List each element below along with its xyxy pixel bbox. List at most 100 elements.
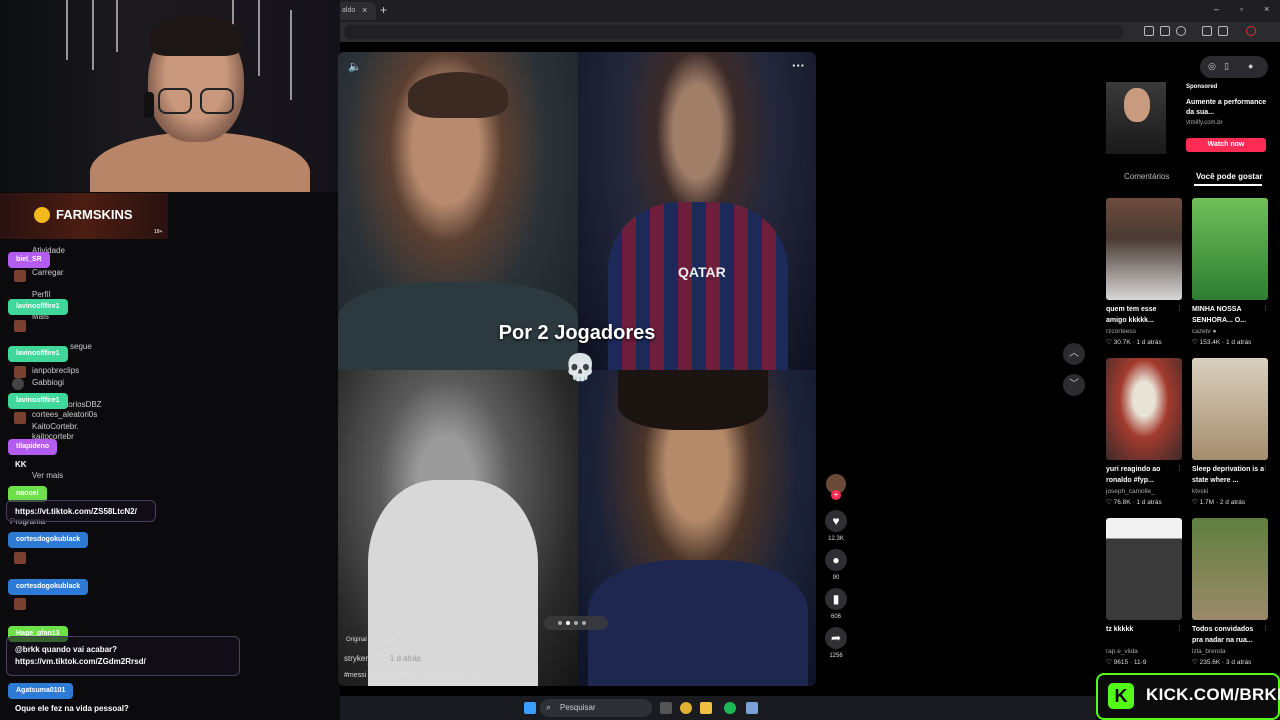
app-icon[interactable] <box>746 702 758 714</box>
chat-message: Oque ele fez na vida pessoal? <box>15 704 129 713</box>
spotify-icon[interactable] <box>724 702 736 714</box>
video-player[interactable]: QATAR Por 2 Jogadores 💀 🔈 ··· Original -… <box>338 52 816 686</box>
suggested-video-card[interactable]: Sleep deprivation is a state where ... ⋮… <box>1192 358 1269 506</box>
card-caption: MINHA NOSSA SENHORA... O... <box>1192 306 1247 324</box>
card-stats: ♡ 76.8K · 1 d atrás <box>1106 499 1162 506</box>
share-icon[interactable]: ➦ <box>825 627 847 649</box>
card-user[interactable]: rzcorteess <box>1106 328 1136 335</box>
ad-thumbnail[interactable] <box>1106 82 1166 154</box>
follow-plus-icon[interactable]: + <box>831 490 841 500</box>
next-video-button[interactable]: ﹀ <box>1063 374 1085 396</box>
chat-message[interactable]: https://vt.tiktok.com/ZS58LtcN2/ <box>15 506 137 518</box>
sidepanel-icon[interactable] <box>1218 26 1228 36</box>
star-icon[interactable] <box>1176 26 1186 36</box>
video-thumbnail[interactable] <box>1192 198 1268 300</box>
more-icon[interactable]: ⋮ <box>1176 624 1183 632</box>
watch-now-button[interactable]: Watch now <box>1186 138 1266 152</box>
age-badge: 18+ <box>154 229 163 235</box>
chat-username[interactable]: lavinooflfire1 <box>8 393 68 409</box>
profile-avatar-icon[interactable]: ● <box>1248 61 1253 71</box>
card-caption: Todos convidados pra nadar na rua... <box>1192 626 1254 644</box>
tab-comments[interactable]: Comentários <box>1124 172 1169 181</box>
kick-logo-icon: K <box>1108 683 1134 709</box>
emote-icon <box>14 320 26 332</box>
device-icon[interactable]: ▯ <box>1224 61 1229 72</box>
more-icon[interactable]: ⋮ <box>1262 464 1269 472</box>
chat-username[interactable]: Agatsuma0101 <box>8 683 74 699</box>
maximize-button[interactable]: ▫ <box>1240 4 1243 14</box>
folder-icon[interactable] <box>700 702 712 714</box>
more-icon[interactable]: ⋮ <box>1176 464 1183 472</box>
chrome-icon[interactable] <box>680 702 692 714</box>
more-icon[interactable]: ⋮ <box>1262 304 1269 312</box>
active-tab-indicator <box>1194 184 1262 186</box>
translate-icon[interactable] <box>1144 26 1154 36</box>
chat-username[interactable]: lavinooflfire1 <box>8 299 68 315</box>
video-hashtags[interactable]: #messi #cristianoronaldo #goat #futebol … <box>344 672 479 679</box>
suggested-video-card[interactable]: MINHA NOSSA SENHORA... O... ⋮ cazetv ● ♡… <box>1192 198 1269 346</box>
bg-text: segue <box>70 342 92 351</box>
suggested-video-card[interactable]: yuri reagindo ao ronaldo #fyp... ⋮ josep… <box>1106 358 1183 506</box>
emote-icon <box>14 598 26 610</box>
card-caption: yuri reagindo ao ronaldo #fyp... <box>1106 466 1161 484</box>
cast-icon[interactable] <box>1160 26 1170 36</box>
card-stats: ♡ 153.4K · 1 d atrás <box>1192 339 1252 346</box>
close-window-button[interactable]: × <box>1264 4 1269 14</box>
tab-active[interactable]: aldo <box>340 2 376 20</box>
carousel-pager[interactable] <box>544 616 608 630</box>
comment-icon[interactable]: ● <box>825 549 847 571</box>
bg-text: ctoriosDBZ <box>62 400 102 409</box>
previous-video-button[interactable]: ︿ <box>1063 343 1085 365</box>
video-thumbnail[interactable] <box>1106 358 1182 460</box>
task-view-icon[interactable] <box>660 702 672 714</box>
tab-suggested[interactable]: Você pode gostar <box>1196 172 1263 181</box>
bg-text: ianpobreclips <box>32 366 80 375</box>
chat-username[interactable]: lavinooflfire1 <box>8 346 68 362</box>
windows-start-icon[interactable] <box>524 702 536 714</box>
suggested-video-card[interactable]: tz kkkkk ⋮ rap.e_viida ♡ 9615 · 11-9 <box>1106 518 1183 666</box>
suggested-video-card[interactable]: Todos convidados pra nadar na rua... ⋮ l… <box>1192 518 1269 666</box>
video-thumbnail[interactable] <box>1106 518 1182 620</box>
more-icon[interactable]: ⋮ <box>1176 304 1183 312</box>
card-stats: ♡ 30.7K · 1 d atrás <box>1106 339 1162 346</box>
video-author[interactable]: stryker7797 1 d atrás <box>344 654 421 663</box>
chat-username[interactable]: tilapideno <box>8 439 58 455</box>
right-panel-tabs: Comentários Você pode gostar <box>1106 170 1270 186</box>
author-name[interactable]: stryker7797 <box>344 654 386 663</box>
card-user[interactable]: rap.e_viida <box>1106 648 1138 655</box>
audio-badge[interactable]: Original - Parnaíba <box>346 637 396 643</box>
chat-username[interactable]: cortesdogokublack <box>8 532 89 548</box>
bg-text: Gabbiogi <box>32 378 65 387</box>
card-user[interactable]: cazetv ● <box>1192 328 1217 335</box>
card-user[interactable]: ktvski <box>1192 488 1208 495</box>
menu-icon[interactable] <box>1264 26 1266 36</box>
video-thumbnail[interactable] <box>1192 358 1268 460</box>
kick-banner: K KICK.COM/BRKK <box>1096 673 1280 720</box>
search-icon: ⌕ <box>546 702 552 712</box>
card-user[interactable]: joseph_camolle_ <box>1106 488 1155 495</box>
suggested-video-card[interactable]: quem tem esse amigo kkkkk... ⋮ rzcortees… <box>1106 198 1183 346</box>
chat-username[interactable]: biel_SR <box>8 252 50 268</box>
chat-username[interactable]: cortesdogokublack <box>8 579 89 595</box>
card-caption: quem tem esse amigo kkkkk... <box>1106 306 1157 324</box>
more-options-icon[interactable]: ··· <box>792 58 805 73</box>
new-tab-button[interactable]: + <box>380 3 387 17</box>
bookmark-icon[interactable]: ▮ <box>825 588 847 610</box>
video-thumbnail[interactable] <box>1192 518 1268 620</box>
like-icon[interactable]: ♥ <box>825 510 847 532</box>
url-input[interactable] <box>344 25 1124 39</box>
chat-message[interactable]: https://vm.tiktok.com/ZGdm2Rrsd/ <box>15 656 146 668</box>
profile-icon[interactable] <box>1246 26 1256 36</box>
card-user[interactable]: lzla_brenda <box>1192 648 1226 655</box>
gift-icon[interactable]: ◎ <box>1208 61 1216 72</box>
taskbar-search[interactable]: ⌕ Pesquisar <box>540 699 652 717</box>
volume-icon[interactable]: 🔈 <box>348 60 362 73</box>
chat-overlay: Atividade Carregar Perfil Mais segue ian… <box>0 240 340 699</box>
close-tab-icon[interactable]: × <box>362 5 367 15</box>
card-stats: ♡ 9615 · 11-9 <box>1106 659 1147 666</box>
sponsored-ad[interactable]: Sponsored Aumente a performance da sua..… <box>1106 82 1270 154</box>
more-icon[interactable]: ⋮ <box>1262 624 1269 632</box>
video-thumbnail[interactable] <box>1106 198 1182 300</box>
extensions-icon[interactable] <box>1202 26 1212 36</box>
minimize-button[interactable]: – <box>1214 4 1219 14</box>
